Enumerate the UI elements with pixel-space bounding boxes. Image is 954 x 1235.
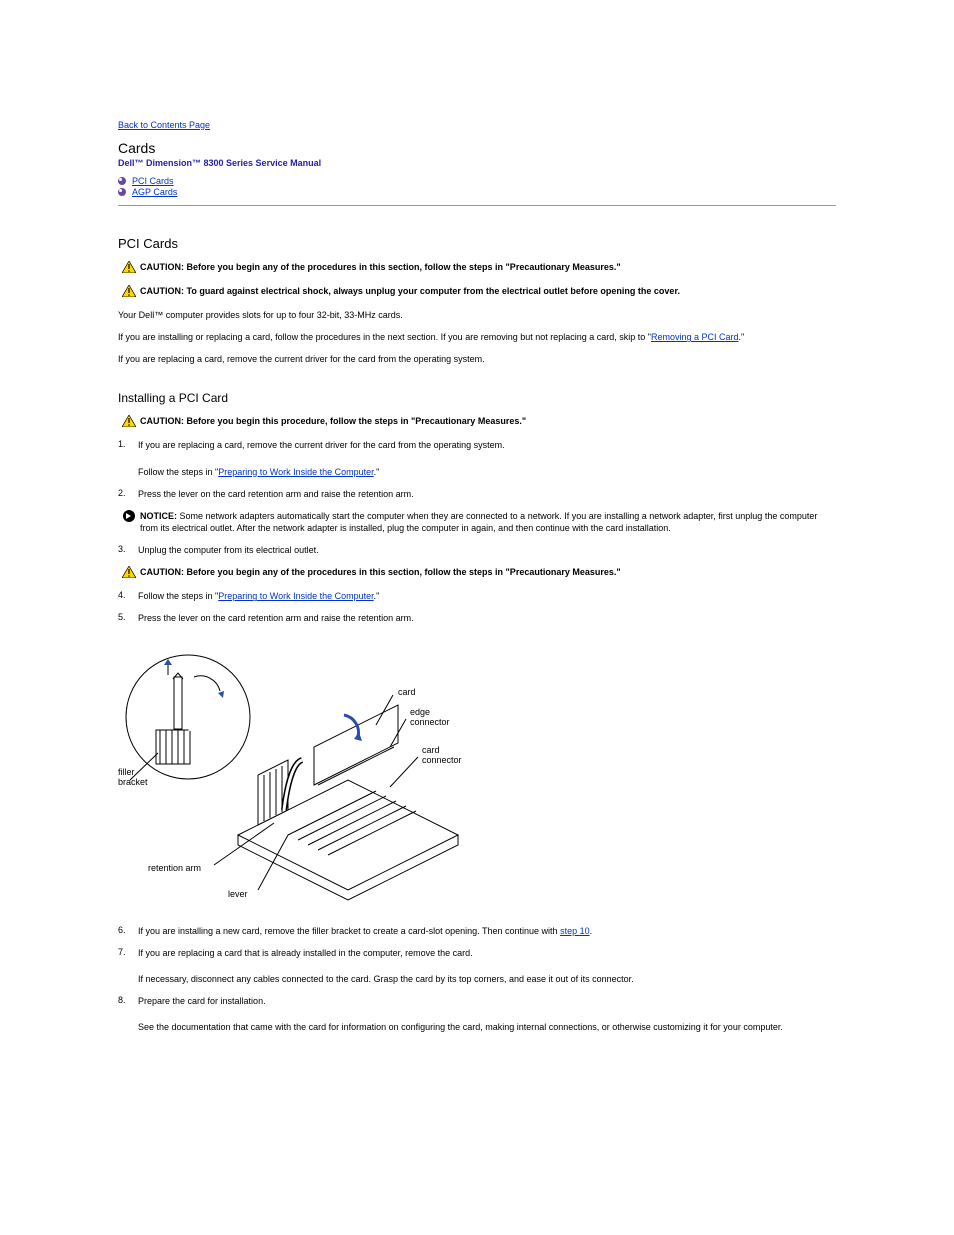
step-num: 2.: [118, 488, 138, 500]
step-5-text: Press the lever on the card retention ar…: [138, 612, 836, 624]
pci-cards-heading: PCI Cards: [118, 236, 836, 251]
step-5: 5. Press the lever on the card retention…: [118, 612, 836, 624]
caution-label: CAUTION:: [140, 567, 187, 577]
step-7: 7. If you are replacing a card that is a…: [118, 947, 836, 985]
step-1b-pre: Follow the steps in ": [138, 467, 218, 477]
preparing-link-1[interactable]: Preparing to Work Inside the Computer: [218, 467, 373, 477]
step-7b-text: If necessary, disconnect any cables conn…: [138, 973, 836, 985]
caution-label: CAUTION:: [140, 286, 187, 296]
step-num: 8.: [118, 995, 138, 1033]
caution-icon: [122, 285, 136, 299]
notice-block: NOTICE: Some network adapters automatica…: [118, 510, 836, 534]
step-8-text: Prepare the card for installation.: [138, 995, 836, 1007]
caution-label: CAUTION:: [140, 416, 187, 426]
toc-link-pci[interactable]: PCI Cards: [132, 176, 174, 186]
toc-link-agp[interactable]: AGP Cards: [132, 187, 177, 197]
installing-pci-heading: Installing a PCI Card: [118, 391, 836, 405]
toc-item-agp: AGP Cards: [118, 187, 836, 197]
page-title: Cards: [118, 140, 836, 156]
step-7-text: If you are replacing a card that is alre…: [138, 947, 836, 959]
step-num: 6.: [118, 925, 138, 937]
caution-label: CAUTION:: [140, 262, 187, 272]
notice-icon: [123, 510, 135, 522]
intro-text-2a: If you are installing or replacing a car…: [118, 332, 651, 342]
step-4-post: .": [374, 591, 380, 601]
step-num: 5.: [118, 612, 138, 624]
install-caution-2: CAUTION: Before you begin any of the pro…: [118, 566, 836, 580]
step-1: 1. If you are replacing a card, remove t…: [118, 439, 836, 477]
step-10-link[interactable]: step 10: [560, 926, 590, 936]
step-8b-text: See the documentation that came with the…: [138, 1021, 836, 1033]
intro-para-3: If you are replacing a card, remove the …: [118, 353, 836, 365]
step-num: 4.: [118, 590, 138, 602]
label-lever: lever: [228, 889, 248, 899]
intro-text-1b: -bit, 33-MHz cards.: [327, 310, 403, 320]
caution-text: Before you begin any of the procedures i…: [187, 262, 621, 272]
install-card-figure: fillerbracket retention arm lever card e…: [118, 635, 836, 917]
bullet-icon: [118, 188, 126, 196]
caution-icon: [122, 415, 136, 429]
label-filler-bracket: fillerbracket: [118, 767, 148, 787]
back-to-contents-link[interactable]: Back to Contents Page: [118, 120, 210, 130]
install-caution-1: CAUTION: Before you begin this procedure…: [118, 415, 836, 429]
bullet-icon: [118, 177, 126, 185]
manual-subtitle: Dell™ Dimension™ 8300 Series Service Man…: [118, 158, 836, 168]
label-edge-connector: edgeconnector: [410, 707, 450, 727]
caution-block-1: CAUTION: Before you begin any of the pro…: [118, 261, 836, 275]
preparing-link-2[interactable]: Preparing to Work Inside the Computer: [218, 591, 373, 601]
step-2: 2. Press the lever on the card retention…: [118, 488, 836, 500]
step-4: 4. Follow the steps in "Preparing to Wor…: [118, 590, 836, 602]
intro-para-2: If you are installing or replacing a car…: [118, 331, 836, 343]
caution-text: Before you begin any of the procedures i…: [187, 567, 621, 577]
step-1a-text: If you are replacing a card, remove the …: [138, 439, 836, 451]
caution-text: Before you begin this procedure, follow …: [187, 416, 527, 426]
caution-icon: [122, 261, 136, 275]
step-6-text: If you are installing a new card, remove…: [138, 926, 560, 936]
intro-para-1: Your Dell™ computer provides slots for u…: [118, 309, 836, 321]
step-2-text: Press the lever on the card retention ar…: [138, 488, 836, 500]
notice-label: NOTICE:: [140, 511, 180, 521]
step-4-pre: Follow the steps in ": [138, 591, 218, 601]
notice-text: Some network adapters automatically star…: [140, 511, 817, 533]
step-num: 3.: [118, 544, 138, 556]
step-num: 1.: [118, 439, 138, 477]
toc-list: PCI Cards AGP Cards: [118, 176, 836, 197]
toc-item-pci: PCI Cards: [118, 176, 836, 186]
step-8: 8. Prepare the card for installation. Se…: [118, 995, 836, 1033]
intro-text-1a: Your Dell™ computer provides slots for u…: [118, 310, 327, 320]
step-num: 7.: [118, 947, 138, 985]
caution-icon: [122, 566, 136, 580]
step-3: 3. Unplug the computer from its electric…: [118, 544, 836, 556]
label-card-connector: cardconnector: [422, 745, 462, 765]
removing-pci-link[interactable]: Removing a PCI Card: [651, 332, 739, 342]
step-6-post: .: [590, 926, 593, 936]
step-1b-post: .": [374, 467, 380, 477]
caution-text: To guard against electrical shock, alway…: [187, 286, 680, 296]
step-3-text: Unplug the computer from its electrical …: [138, 544, 836, 556]
divider: [118, 205, 836, 206]
caution-block-2: CAUTION: To guard against electrical sho…: [118, 285, 836, 299]
label-retention-arm: retention arm: [148, 863, 201, 873]
step-6: 6. If you are installing a new card, rem…: [118, 925, 836, 937]
intro-text-2b: .": [739, 332, 745, 342]
label-card: card: [398, 687, 416, 697]
